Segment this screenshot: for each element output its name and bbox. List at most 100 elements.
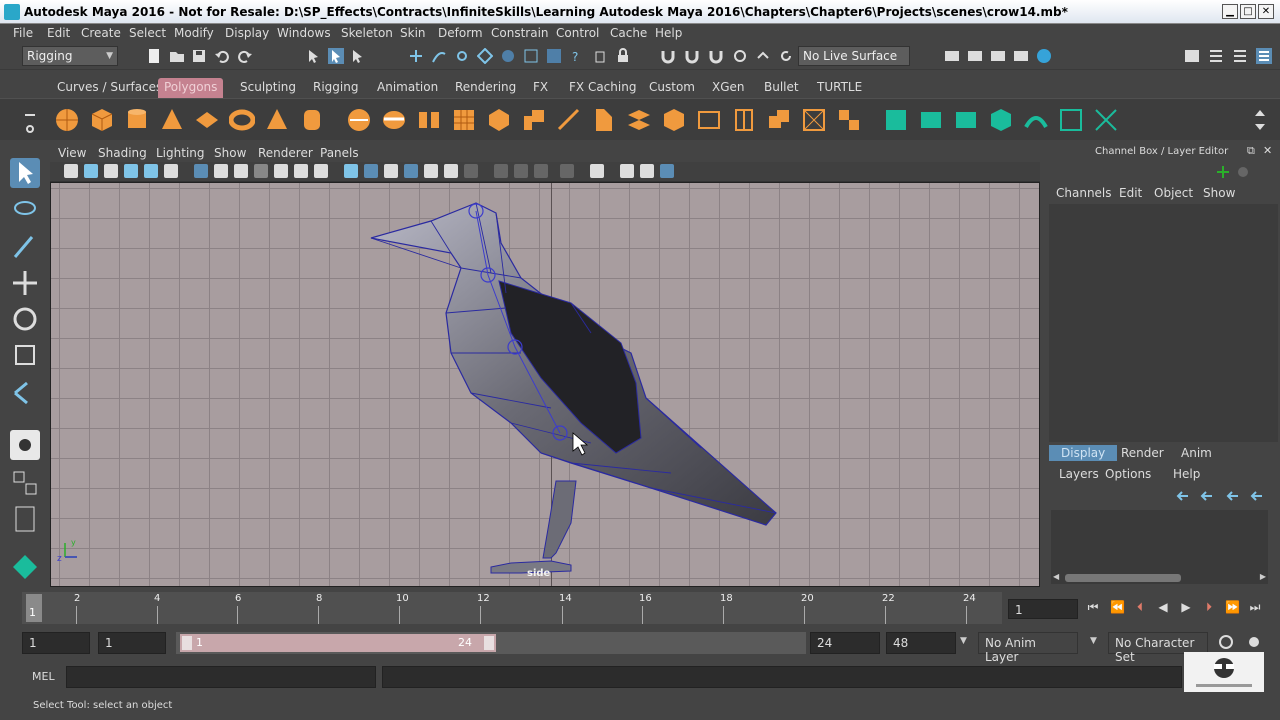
paint-select-tool-icon[interactable] bbox=[10, 232, 40, 262]
channel-box-menu-edit[interactable]: Edit bbox=[1119, 186, 1142, 200]
menu-display[interactable]: Display bbox=[225, 26, 269, 40]
gate-mask-icon[interactable] bbox=[254, 164, 268, 178]
bridge-icon[interactable] bbox=[626, 107, 652, 133]
construction-history-icon[interactable] bbox=[708, 48, 724, 64]
tab-turtle[interactable]: TURTLE bbox=[811, 78, 868, 98]
menu-select[interactable]: Select bbox=[129, 26, 166, 40]
move-layer-down-icon[interactable] bbox=[1198, 488, 1214, 504]
time-slider[interactable]: 2 4 6 8 10 12 14 16 18 20 22 24 bbox=[22, 592, 1002, 624]
menu-windows[interactable]: Windows bbox=[277, 26, 331, 40]
anim-layer-dropdown[interactable]: No Anim Layer bbox=[978, 632, 1078, 664]
tab-animation[interactable]: Animation bbox=[371, 78, 444, 98]
camera-select-icon[interactable] bbox=[64, 164, 78, 178]
snap-grid-icon[interactable] bbox=[408, 48, 424, 64]
layout-single-icon[interactable] bbox=[10, 430, 40, 460]
move-tool-icon[interactable] bbox=[10, 268, 40, 298]
insert-edge-loop-icon[interactable] bbox=[731, 107, 757, 133]
refresh-icon[interactable] bbox=[778, 48, 794, 64]
menu-file[interactable]: File bbox=[13, 26, 33, 40]
layer-menu-layers[interactable]: Layers bbox=[1059, 467, 1099, 481]
xray-icon[interactable] bbox=[590, 164, 604, 178]
range-slider-bar[interactable]: 1 24 bbox=[180, 634, 496, 652]
layout-two-icon[interactable] bbox=[10, 504, 40, 534]
link-icon[interactable] bbox=[755, 48, 771, 64]
channel-box-menu-channels[interactable]: Channels bbox=[1056, 186, 1112, 200]
uv-unfold-icon[interactable] bbox=[1023, 107, 1049, 133]
character-set-dropdown[interactable]: No Character Set bbox=[1108, 632, 1208, 664]
close-icon[interactable]: ✕ bbox=[1263, 144, 1272, 157]
ipr-render-icon[interactable] bbox=[990, 48, 1006, 64]
chevron-down-icon[interactable]: ▼ bbox=[960, 636, 967, 646]
menu-cache[interactable]: Cache bbox=[610, 26, 647, 40]
layer-menu-options[interactable]: Options bbox=[1105, 467, 1151, 481]
tab-render-layers[interactable]: Render bbox=[1109, 445, 1176, 461]
smooth-shade-icon[interactable] bbox=[364, 164, 378, 178]
viewport-menu-lighting[interactable]: Lighting bbox=[156, 146, 205, 160]
mirror-icon[interactable] bbox=[416, 107, 442, 133]
transform-gizmo-icon[interactable] bbox=[1215, 164, 1231, 180]
new-layer-icon[interactable] bbox=[1224, 488, 1240, 504]
multi-cut-icon[interactable] bbox=[556, 107, 582, 133]
poly-pyramid-icon[interactable] bbox=[264, 107, 290, 133]
menu-edit[interactable]: Edit bbox=[47, 26, 70, 40]
viewport-menu-renderer[interactable]: Renderer bbox=[258, 146, 313, 160]
lasso-tool-icon[interactable] bbox=[10, 196, 40, 226]
snap-settings-icon[interactable]: ? bbox=[569, 48, 585, 64]
viewport-menu-show[interactable]: Show bbox=[214, 146, 246, 160]
render-settings-icon[interactable] bbox=[1013, 48, 1029, 64]
undo-icon[interactable] bbox=[214, 48, 230, 64]
new-layer-selected-icon[interactable] bbox=[1248, 488, 1264, 504]
tab-fx-caching[interactable]: FX Caching bbox=[563, 78, 642, 98]
wireframe-on-shaded-icon[interactable] bbox=[384, 164, 398, 178]
poly-sphere-icon[interactable] bbox=[54, 107, 80, 133]
uv-layout-icon[interactable] bbox=[1058, 107, 1084, 133]
depth-of-field-icon[interactable] bbox=[534, 164, 548, 178]
layer-list-scrollbar[interactable]: ◀ ▶ bbox=[1051, 572, 1268, 584]
scroll-left-icon[interactable]: ◀ bbox=[1053, 572, 1059, 581]
scrollbar-thumb[interactable] bbox=[1065, 574, 1181, 582]
make-live-icon[interactable] bbox=[684, 48, 700, 64]
playback-end-field[interactable]: 24 bbox=[810, 632, 880, 654]
modeling-toolkit-icon[interactable] bbox=[10, 552, 40, 582]
layout-four-icon[interactable] bbox=[10, 468, 40, 498]
tab-curves-surfaces[interactable]: Curves / Surfaces bbox=[51, 78, 168, 98]
shelf-settings-gear-icon[interactable] bbox=[20, 107, 40, 133]
last-tool-icon[interactable] bbox=[10, 378, 40, 408]
select-hierarchy-icon[interactable] bbox=[306, 48, 322, 64]
poly-torus-icon[interactable] bbox=[229, 107, 255, 133]
isolate-select-icon[interactable] bbox=[560, 164, 574, 178]
layer-menu-help[interactable]: Help bbox=[1173, 467, 1200, 481]
tab-bullet[interactable]: Bullet bbox=[758, 78, 805, 98]
viewport-menu-view[interactable]: View bbox=[58, 146, 86, 160]
grid-toggle-icon[interactable] bbox=[194, 164, 208, 178]
use-all-lights-icon[interactable] bbox=[424, 164, 438, 178]
step-forward-key-icon[interactable]: ⏵ bbox=[1202, 600, 1216, 614]
range-end-handle[interactable] bbox=[484, 636, 494, 650]
checker-icon[interactable] bbox=[836, 107, 862, 133]
menu-create[interactable]: Create bbox=[81, 26, 121, 40]
redo-icon[interactable] bbox=[237, 48, 253, 64]
float-panel-icon[interactable]: ⧉ bbox=[1247, 144, 1255, 158]
tab-polygons[interactable]: Polygons bbox=[158, 78, 224, 98]
poly-pipe-icon[interactable] bbox=[299, 107, 325, 133]
tool-settings-icon[interactable] bbox=[1232, 48, 1248, 64]
snap-live-icon[interactable] bbox=[592, 48, 608, 64]
viewport-menu-panels[interactable]: Panels bbox=[320, 146, 359, 160]
shelf-scroll-icon[interactable] bbox=[1252, 107, 1268, 133]
anti-aliasing-icon[interactable] bbox=[514, 164, 528, 178]
tab-custom[interactable]: Custom bbox=[643, 78, 701, 98]
auto-key-icon[interactable] bbox=[1218, 634, 1234, 650]
tab-rigging[interactable]: Rigging bbox=[307, 78, 364, 98]
minimize-button[interactable]: ▁ bbox=[1222, 4, 1238, 19]
poly-cylinder-icon[interactable] bbox=[124, 107, 150, 133]
extrude-icon[interactable] bbox=[521, 107, 547, 133]
snap-surface-icon[interactable] bbox=[500, 48, 516, 64]
merge-icon[interactable] bbox=[766, 107, 792, 133]
wireframe-icon[interactable] bbox=[344, 164, 358, 178]
backface-culling-icon[interactable] bbox=[640, 164, 654, 178]
menu-control[interactable]: Control bbox=[556, 26, 599, 40]
current-frame-marker[interactable]: 1 bbox=[26, 594, 42, 622]
save-scene-icon[interactable] bbox=[191, 48, 207, 64]
tab-display-layers[interactable]: Display bbox=[1049, 445, 1118, 461]
command-language-label[interactable]: MEL bbox=[32, 670, 55, 683]
